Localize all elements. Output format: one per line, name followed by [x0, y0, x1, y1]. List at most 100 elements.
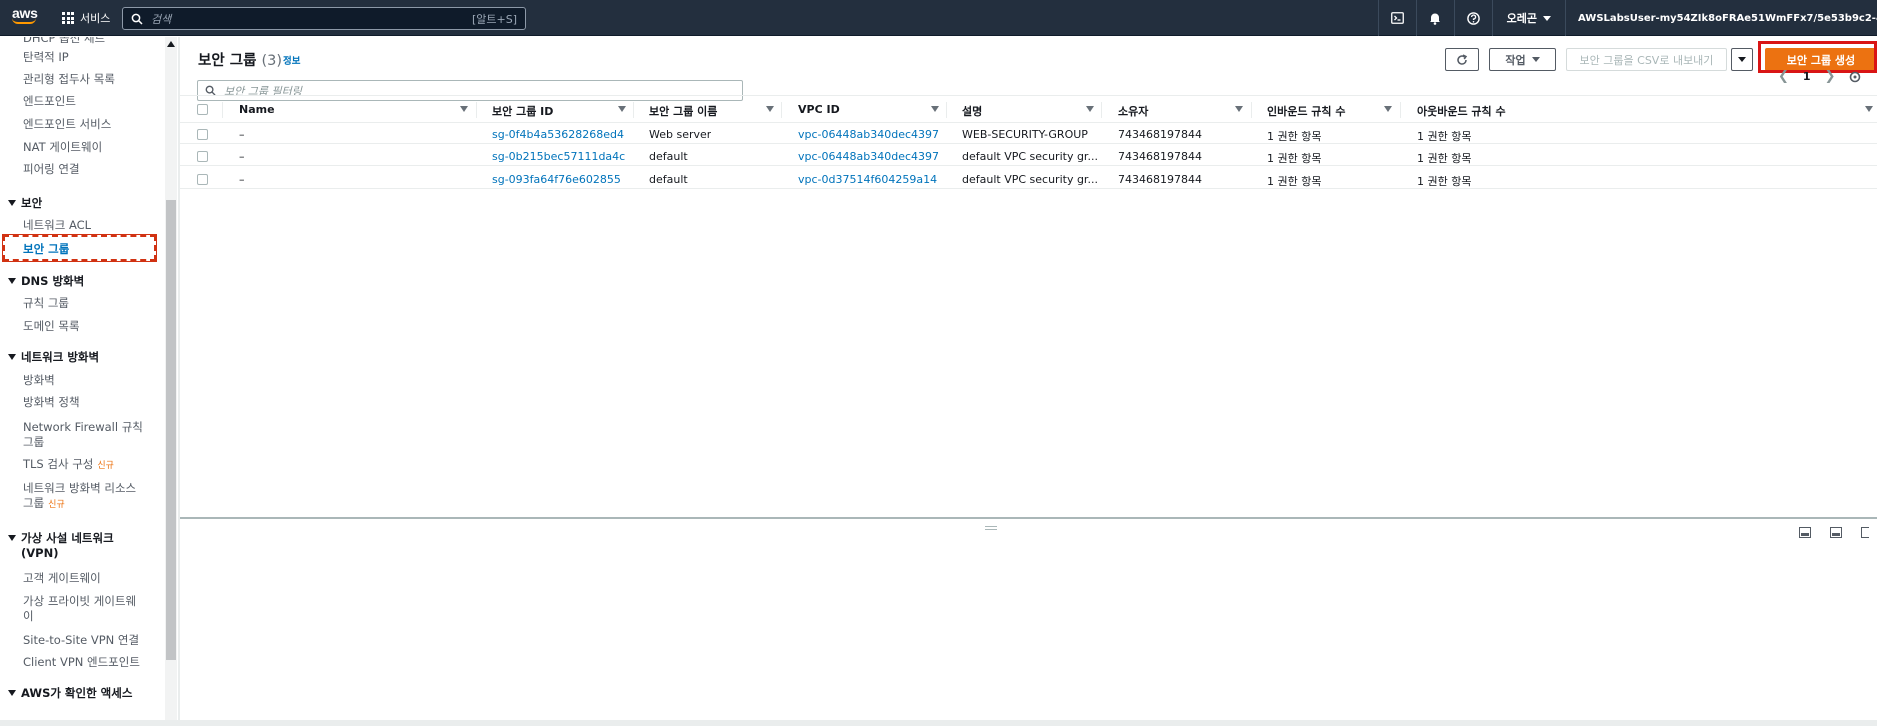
gear-icon[interactable]: [1849, 71, 1861, 83]
sidebar-item-dhcp[interactable]: DHCP 옵션 세트: [23, 37, 105, 46]
column-header-name[interactable]: Name: [239, 103, 275, 116]
export-label: 보안 그룹을 CSV로 내보내기: [1579, 53, 1714, 67]
cell-inbound: 1 권한 항목: [1267, 130, 1322, 143]
sidebar-item-firewall-policies[interactable]: 방화벽 정책: [23, 395, 80, 410]
panel-bottom-icon[interactable]: [1799, 527, 1811, 538]
sort-icon[interactable]: [1384, 106, 1392, 112]
sidebar-scrollbar[interactable]: [165, 37, 177, 720]
scrollbar-thumb[interactable]: [166, 200, 176, 660]
sidebar-section-dns-firewall[interactable]: DNS 방화벽: [8, 274, 84, 289]
sidebar: DHCP 옵션 세트 탄력적 IP 관리형 접두사 목록 엔드포인트 엔드포인트…: [0, 37, 165, 720]
sort-icon[interactable]: [618, 106, 626, 112]
sidebar-item-customer-gateways[interactable]: 고객 게이트웨이: [23, 571, 101, 586]
sidebar-item-network-acl[interactable]: 네트워크 ACL: [23, 218, 91, 233]
sidebar-item-security-groups[interactable]: 보안 그룹: [2, 234, 157, 262]
export-dropdown-button[interactable]: [1731, 48, 1753, 71]
sidebar-section-security[interactable]: 보안: [8, 196, 42, 211]
sidebar-item-nat-gateways[interactable]: NAT 게이트웨이: [23, 140, 102, 155]
sort-icon[interactable]: [460, 106, 468, 112]
search-input[interactable]: 검색 [알트+S]: [122, 7, 526, 30]
column-header-owner[interactable]: 소유자: [1118, 103, 1148, 119]
cell-description: default VPC security gr...: [962, 150, 1097, 163]
sidebar-item-firewalls[interactable]: 방화벽: [23, 373, 55, 388]
section-label: 가상 사설 네트워크 (VPN): [21, 531, 114, 561]
table-row[interactable]: – sg-093fa64f76e602855 default vpc-0d375…: [180, 170, 1877, 189]
row-checkbox[interactable]: [197, 151, 208, 162]
sidebar-item-prefix-lists[interactable]: 관리형 접두사 목록: [23, 72, 115, 87]
panel-side-icon[interactable]: [1830, 527, 1842, 538]
cell-inbound: 1 권한 항목: [1267, 152, 1322, 165]
sort-icon[interactable]: [931, 106, 939, 112]
cell-sg-id-link[interactable]: sg-0b215bec57111da4c: [492, 150, 625, 163]
sort-icon[interactable]: [1235, 106, 1243, 112]
info-link[interactable]: 정보: [283, 53, 300, 67]
sidebar-item-peering[interactable]: 피어링 연결: [23, 162, 80, 177]
services-menu[interactable]: 서비스: [62, 10, 110, 26]
refresh-button[interactable]: [1445, 48, 1479, 71]
account-menu[interactable]: AWSLabsUser-my54ZIk8oFRAe51WmFFx7/5e53b9…: [1565, 0, 1877, 36]
cell-sg-id-link[interactable]: sg-0f4b4a53628268ed4: [492, 128, 624, 141]
cell-sg-id-link[interactable]: sg-093fa64f76e602855: [492, 173, 621, 186]
sidebar-item-resource-groups[interactable]: 네트워크 방화벽 리소스: [23, 481, 136, 496]
sidebar-section-network-firewall[interactable]: 네트워크 방화벽: [8, 350, 99, 365]
sidebar-item-vpg[interactable]: 가상 프라이빗 게이트웨: [23, 594, 136, 609]
section-label: DNS 방화벽: [21, 274, 85, 288]
column-header-vpc-id[interactable]: VPC ID: [798, 103, 840, 116]
sidebar-item-vpg-2[interactable]: 이: [23, 609, 34, 624]
column-header-outbound[interactable]: 아웃바운드 규칙 수: [1417, 103, 1506, 119]
sidebar-item-domain-lists[interactable]: 도메인 목록: [23, 319, 80, 334]
sidebar-item-tls-inspection[interactable]: TLS 검사 구성 신규: [23, 457, 114, 474]
cell-outbound: 1 권한 항목: [1417, 130, 1472, 143]
sidebar-item-nfw-rule-groups[interactable]: Network Firewall 규칙: [23, 420, 143, 435]
select-all-checkbox[interactable]: [197, 104, 208, 115]
table-row[interactable]: – sg-0f4b4a53628268ed4 Web server vpc-06…: [180, 125, 1877, 144]
sidebar-item-elastic-ip[interactable]: 탄력적 IP: [23, 50, 69, 65]
sidebar-item-label: 보안 그룹: [23, 242, 70, 256]
sidebar-item-endpoints[interactable]: 엔드포인트: [23, 94, 76, 109]
sort-icon[interactable]: [1086, 106, 1094, 112]
chevron-right-icon[interactable]: ❯: [1825, 69, 1836, 84]
sidebar-item-nfw-rule-groups-2[interactable]: 그룹: [23, 435, 44, 450]
column-header-inbound[interactable]: 인바운드 규칙 수: [1267, 103, 1346, 119]
aws-logo-text: aws: [12, 5, 38, 21]
sort-icon[interactable]: [766, 106, 774, 112]
sort-icon[interactable]: [1865, 106, 1873, 112]
page-number[interactable]: 1: [1803, 70, 1811, 83]
bell-icon[interactable]: [1415, 0, 1454, 36]
region-selector[interactable]: 오레곤: [1491, 0, 1565, 36]
row-checkbox[interactable]: [197, 129, 208, 140]
item-count: (3): [261, 53, 283, 69]
column-header-description[interactable]: 설명: [962, 103, 982, 119]
sidebar-section-vpn[interactable]: 가상 사설 네트워크 (VPN): [8, 531, 114, 561]
column-header-sg-name[interactable]: 보안 그룹 이름: [649, 103, 717, 119]
cell-outbound: 1 권한 항목: [1417, 152, 1472, 165]
grid-icon: [62, 12, 74, 24]
row-checkbox[interactable]: [197, 174, 208, 185]
chevron-left-icon[interactable]: ❮: [1778, 69, 1789, 84]
account-label: AWSLabsUser-my54ZIk8oFRAe51WmFFx7/5e53b9…: [1578, 12, 1877, 24]
scroll-up-icon[interactable]: [167, 41, 175, 47]
help-icon[interactable]: [1453, 0, 1492, 36]
cell-vpc-link[interactable]: vpc-06448ab340dec4397: [798, 150, 939, 163]
actions-button[interactable]: 작업: [1489, 48, 1556, 71]
pagination: ❮ 1 ❯: [1778, 69, 1861, 84]
sidebar-item-resource-groups-2[interactable]: 그룹 신규: [23, 496, 65, 513]
sidebar-item-s2s-vpn[interactable]: Site-to-Site VPN 연결: [23, 633, 139, 648]
export-csv-button[interactable]: 보안 그룹을 CSV로 내보내기: [1566, 48, 1727, 71]
actions-label: 작업: [1505, 53, 1526, 67]
caret-down-icon: [8, 535, 16, 541]
sidebar-item-label: TLS 검사 구성: [23, 457, 94, 471]
panel-off-icon[interactable]: [1861, 527, 1869, 538]
drag-handle-icon[interactable]: [985, 526, 997, 530]
sidebar-section-verified-access[interactable]: AWS가 확인한 액세스: [8, 686, 132, 701]
cloudshell-icon[interactable]: [1377, 0, 1416, 36]
table-row[interactable]: – sg-0b215bec57111da4c default vpc-06448…: [180, 147, 1877, 166]
cell-vpc-link[interactable]: vpc-0d37514f604259a14: [798, 173, 937, 186]
split-panel-divider[interactable]: [180, 517, 1877, 519]
sidebar-item-rule-groups[interactable]: 규칙 그룹: [23, 296, 69, 311]
aws-logo[interactable]: aws: [12, 6, 42, 30]
sidebar-item-client-vpn[interactable]: Client VPN 엔드포인트: [23, 655, 140, 670]
column-header-sg-id[interactable]: 보안 그룹 ID: [492, 103, 553, 119]
cell-vpc-link[interactable]: vpc-06448ab340dec4397: [798, 128, 939, 141]
sidebar-item-endpoint-services[interactable]: 엔드포인트 서비스: [23, 117, 111, 132]
